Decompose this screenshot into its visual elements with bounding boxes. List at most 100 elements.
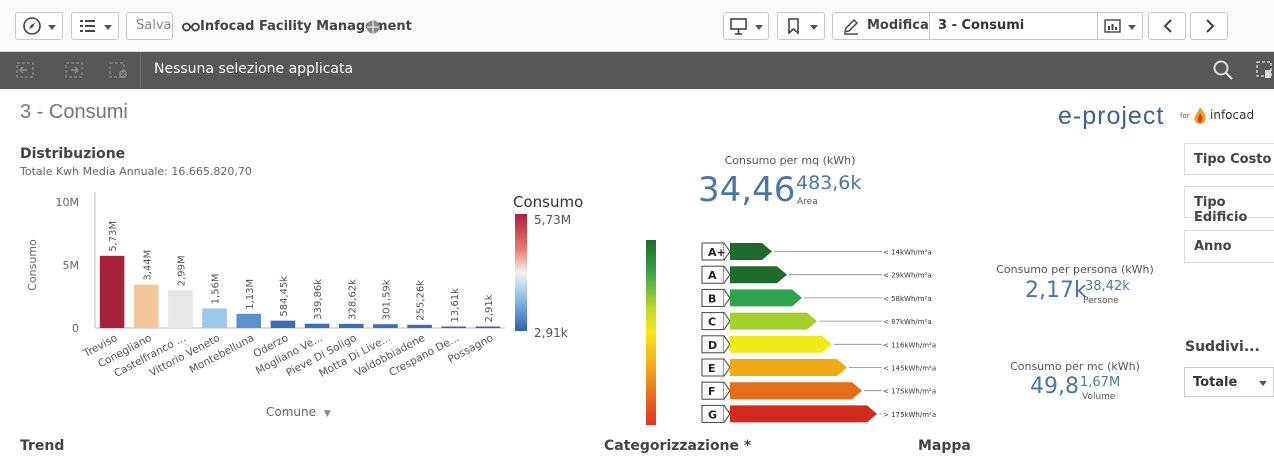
energy-class-arrow xyxy=(730,312,817,330)
filter-tipo-edificio[interactable]: Tipo Edificio xyxy=(1184,186,1274,225)
app-title: Infocad Facility Management xyxy=(200,19,412,34)
legend-min: 2,91k xyxy=(534,326,568,340)
kpi-persona-secondary-label: Persone xyxy=(1083,296,1119,306)
filter-tipo-costo[interactable]: Tipo Costo xyxy=(1184,143,1274,175)
energy-scale-gradient xyxy=(646,240,656,425)
bar-data-label: 13,61k xyxy=(450,288,461,323)
bar-data-label: 584,45k xyxy=(279,276,290,317)
bar-12 xyxy=(475,326,501,328)
chevron-left-icon xyxy=(1163,19,1172,33)
kpi-mc-secondary: 1,67M xyxy=(1080,375,1121,390)
energy-class-arrow xyxy=(730,243,772,260)
class-label-arrow xyxy=(723,381,731,400)
energy-class-chart: A+ < 14kWh/m²a A < 29kWh/m²a B < 58kWh/m²a C < … xyxy=(700,240,950,425)
class-threshold: < 116kWh/m²a xyxy=(883,341,936,349)
class-threshold: < 145kWh/m²a xyxy=(883,365,936,373)
chevron-right-icon xyxy=(1206,19,1215,33)
y-tick-label: 5M xyxy=(63,259,80,272)
y-axis-title: Consumo xyxy=(26,239,39,291)
class-threshold: > 175kWh/m²a xyxy=(883,411,936,419)
bar-data-label: 328,62k xyxy=(347,279,358,320)
energy-class-arrow xyxy=(730,289,802,307)
class-label-arrow xyxy=(723,265,731,284)
chevron-down-icon xyxy=(810,25,818,30)
energy-class-arrow xyxy=(730,382,862,400)
bar-data-label: 1,13M xyxy=(245,279,256,310)
suddivisione-dropdown[interactable]: Totale xyxy=(1184,367,1274,397)
distribuzione-subtitle: Totale Kwh Media Annuale: 16.665.820,70 xyxy=(20,165,252,178)
kpi-mc: 49,8 1,67M Volume xyxy=(1030,374,1170,414)
kpi-mq-value: 34,46 xyxy=(698,170,796,210)
class-label: C xyxy=(708,316,716,329)
x-axis-title[interactable]: Comune ▼ xyxy=(266,405,331,419)
bar-data-label: 5,73M xyxy=(108,221,119,252)
bar-6 xyxy=(270,320,296,328)
list-menu-button[interactable] xyxy=(71,12,119,40)
legend-gradient xyxy=(515,214,527,331)
bar-5 xyxy=(236,313,262,328)
navigation-menu-button[interactable] xyxy=(15,12,63,40)
sheets-menu-button[interactable] xyxy=(1097,12,1143,40)
class-label: E xyxy=(708,362,716,375)
class-label: B xyxy=(708,292,716,305)
legend-max: 5,73M xyxy=(534,213,572,227)
energy-class-arrow xyxy=(730,266,787,284)
previous-sheet-button[interactable] xyxy=(1148,12,1186,40)
compass-icon xyxy=(23,17,41,35)
kpi-mq: 34,46 483,6k Area xyxy=(698,170,898,220)
class-label-arrow xyxy=(723,358,731,377)
class-label: F xyxy=(708,385,716,398)
logo-for-text: for xyxy=(1180,112,1190,120)
bar-3 xyxy=(168,290,193,328)
step-forward-icon[interactable] xyxy=(64,60,86,80)
edit-button[interactable]: Modifica xyxy=(832,12,930,40)
selections-bar: Nessuna selezione applicata xyxy=(0,52,1274,89)
clear-selections-icon[interactable] xyxy=(108,60,130,80)
kpi-mq-secondary-label: Area xyxy=(797,197,818,207)
selections-divider xyxy=(140,52,141,89)
energy-class-arrow xyxy=(730,359,847,376)
bar-9 xyxy=(373,324,398,328)
kpi-persona-value: 2,17k xyxy=(1025,278,1087,303)
chevron-down-icon: ▼ xyxy=(323,409,331,419)
class-label-arrow xyxy=(723,312,731,330)
mappa-title: Mappa xyxy=(918,438,971,454)
save-button[interactable]: Salva xyxy=(126,12,173,40)
kpi-mc-label: Consumo per mc (kWh) xyxy=(1010,360,1140,373)
energy-class-arrow xyxy=(730,405,877,423)
glasses-icon xyxy=(182,22,200,32)
filter-anno[interactable]: Anno xyxy=(1184,230,1274,263)
bar-1 xyxy=(99,255,125,328)
bar-10 xyxy=(407,324,432,328)
class-label: G xyxy=(708,408,717,421)
class-threshold: < 58kWh/m²a xyxy=(883,295,932,303)
bar-chart-svg[interactable]: 10M5M0Consumo5,73MTreviso3,44MConegliano… xyxy=(0,180,600,430)
energy-class-arrow xyxy=(730,335,832,353)
sheet-selector[interactable]: 3 - Consumi xyxy=(929,12,1098,40)
search-icon[interactable] xyxy=(1212,59,1234,81)
present-button[interactable] xyxy=(723,12,769,40)
bookmark-button[interactable] xyxy=(777,12,825,40)
distribuzione-bar-chart[interactable]: 10M 5M 0 Consumo 5,73M Treviso 3,44M Conegliano… xyxy=(0,180,600,430)
bar-7 xyxy=(304,323,330,328)
kpi-mc-value: 49,8 xyxy=(1030,374,1079,399)
bar-data-label: 2,91k xyxy=(484,294,495,322)
logo-infocad-text: infocad xyxy=(1210,108,1255,122)
kpi-mq-secondary: 483,6k xyxy=(796,172,862,194)
list-icon xyxy=(80,20,95,32)
edit-label: Modifica xyxy=(867,18,929,33)
selection-status: Nessuna selezione applicata xyxy=(154,61,354,77)
kpi-mc-secondary-label: Volume xyxy=(1082,392,1116,402)
selection-tool-icon[interactable] xyxy=(1254,59,1274,81)
class-label-arrow xyxy=(723,405,731,423)
class-label-arrow xyxy=(723,335,731,354)
next-sheet-button[interactable] xyxy=(1190,12,1228,40)
y-tick-label: 10M xyxy=(56,196,80,209)
suddivisione-value: Totale xyxy=(1193,375,1238,390)
suddivisione-title: Suddivi... xyxy=(1185,339,1260,355)
kpi-persona-label: Consumo per persona (kWh) xyxy=(996,263,1154,276)
chevron-down-icon xyxy=(1128,25,1136,30)
step-back-icon[interactable] xyxy=(15,60,37,80)
top-toolbar: Salva Infocad Facility Management Modifi… xyxy=(0,0,1274,52)
class-threshold: < 87kWh/m²a xyxy=(883,318,932,326)
